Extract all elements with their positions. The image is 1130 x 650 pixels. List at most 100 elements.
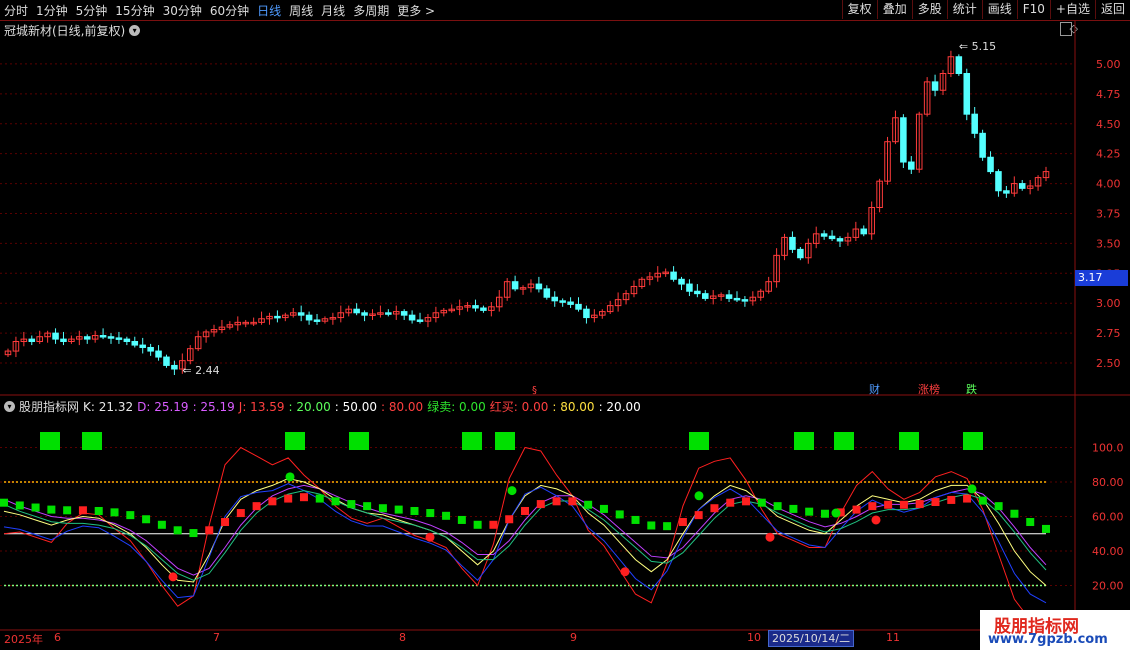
period-tab-6[interactable]: 日线	[257, 2, 281, 19]
period-tab-2[interactable]: 5分钟	[76, 2, 108, 19]
candle-body	[472, 305, 479, 309]
trend-square	[521, 506, 529, 515]
toolbar-button-4[interactable]: 画线	[981, 0, 1017, 19]
trend-square	[315, 494, 324, 503]
trend-square	[442, 511, 451, 520]
j-value: J: 13.59	[238, 399, 285, 414]
candle-body	[923, 81, 931, 115]
green-line	[3, 490, 1047, 581]
candle-body	[884, 141, 891, 182]
candle-body	[131, 341, 139, 346]
trend-square	[931, 498, 940, 507]
trend-square	[868, 502, 877, 511]
price-tick: 3.50	[1096, 237, 1121, 250]
toolbar-button-1[interactable]: 叠加	[876, 0, 912, 19]
trend-square	[15, 501, 24, 510]
trend-square	[536, 500, 545, 509]
candle-body	[654, 272, 662, 278]
period-tab-3[interactable]: 15分钟	[115, 2, 154, 19]
toolbar-button-0[interactable]: 复权	[841, 0, 877, 19]
panel-toggle-icon[interactable]	[1060, 22, 1072, 36]
line50-value: : 50.00	[334, 399, 377, 414]
toolbar-button-7[interactable]: 返回	[1094, 0, 1130, 19]
trend-square	[615, 510, 624, 519]
indicator-legend: ▾ 股朋指标网 K: 21.32 D: 25.19 : 25.19 J: 13.…	[4, 398, 641, 415]
trend-square	[915, 500, 924, 509]
candle-body	[543, 288, 551, 298]
toolbar-button-6[interactable]: +自选	[1049, 0, 1095, 19]
candle-body	[242, 321, 249, 325]
date-m6: 6	[54, 631, 61, 644]
candle-body	[638, 278, 646, 287]
trend-square	[457, 515, 466, 524]
candle-body	[591, 314, 598, 319]
blue-line	[3, 483, 1047, 604]
price-tick: 3.75	[1096, 207, 1121, 220]
sell-signal-value: 绿卖: 0.00	[427, 400, 486, 414]
candle-body	[171, 364, 178, 370]
candle-body	[179, 360, 186, 370]
price-tick: 4.50	[1096, 118, 1121, 131]
trend-square	[820, 509, 829, 518]
cross-dot	[285, 472, 295, 482]
candle-body	[297, 312, 305, 316]
candle-body	[741, 299, 749, 302]
trend-square	[347, 500, 356, 509]
period-tab-9[interactable]: 多周期	[353, 2, 389, 19]
period-tab-5[interactable]: 60分钟	[210, 2, 249, 19]
buy-signal-box	[689, 432, 709, 450]
ind-tick: 100.0	[1092, 442, 1124, 455]
candle-body	[979, 132, 986, 158]
candle-body	[202, 331, 210, 338]
fall-tag: 跌	[966, 382, 977, 396]
period-tab-10[interactable]: 更多 >	[397, 2, 435, 19]
candle-body	[876, 180, 883, 209]
candle-body	[432, 312, 440, 319]
value80: : 80.00	[552, 399, 595, 414]
trend-square	[252, 502, 261, 511]
toolbar-button-3[interactable]: 统计	[946, 0, 982, 19]
trend-square	[694, 511, 703, 520]
candle-body	[313, 319, 321, 322]
candle-body	[337, 312, 345, 319]
buy-signal-box	[834, 432, 854, 450]
period-tab-1[interactable]: 1分钟	[36, 2, 68, 19]
candle-body	[733, 297, 741, 301]
candle-body	[258, 318, 265, 323]
trend-square	[394, 505, 403, 514]
trend-square	[47, 505, 56, 514]
high-label: ⇐ 5.15	[959, 40, 996, 53]
period-tab-0[interactable]: 分时	[4, 2, 28, 19]
k-line	[3, 477, 1047, 586]
cross-dot	[871, 515, 881, 525]
candle-body	[575, 303, 582, 310]
chevron-down-icon[interactable]: ▾	[4, 401, 15, 412]
cross-dot	[694, 491, 704, 501]
toolbar-button-5[interactable]: F10	[1016, 0, 1050, 19]
candle-body	[860, 228, 868, 235]
candle-body	[900, 117, 907, 163]
chevron-down-icon[interactable]: ▾	[129, 25, 141, 36]
price-tick: 5.00	[1096, 58, 1121, 71]
date-m10: 10	[747, 631, 761, 644]
d2-value: : 25.19	[192, 399, 235, 414]
period-tab-4[interactable]: 30分钟	[163, 2, 202, 19]
low-label: ⇐ 2.44	[182, 364, 219, 377]
buy-signal-box	[899, 432, 919, 450]
cross-dot	[831, 508, 841, 518]
candle-body	[12, 341, 20, 352]
cross-dot	[507, 486, 517, 496]
candle-body	[36, 336, 43, 343]
period-tab-7[interactable]: 周线	[289, 2, 313, 19]
toolbar-button-2[interactable]: 多股	[911, 0, 947, 19]
trend-square	[994, 502, 1003, 511]
candle-body	[892, 117, 899, 143]
d-value: D: 25.19	[137, 399, 189, 414]
marker-s: §	[532, 385, 537, 396]
candle-body	[155, 350, 162, 358]
trend-square	[126, 511, 135, 520]
cross-dot	[967, 484, 977, 494]
candle-body	[329, 317, 337, 320]
buy-signal-box	[963, 432, 983, 450]
period-tab-8[interactable]: 月线	[321, 2, 345, 19]
